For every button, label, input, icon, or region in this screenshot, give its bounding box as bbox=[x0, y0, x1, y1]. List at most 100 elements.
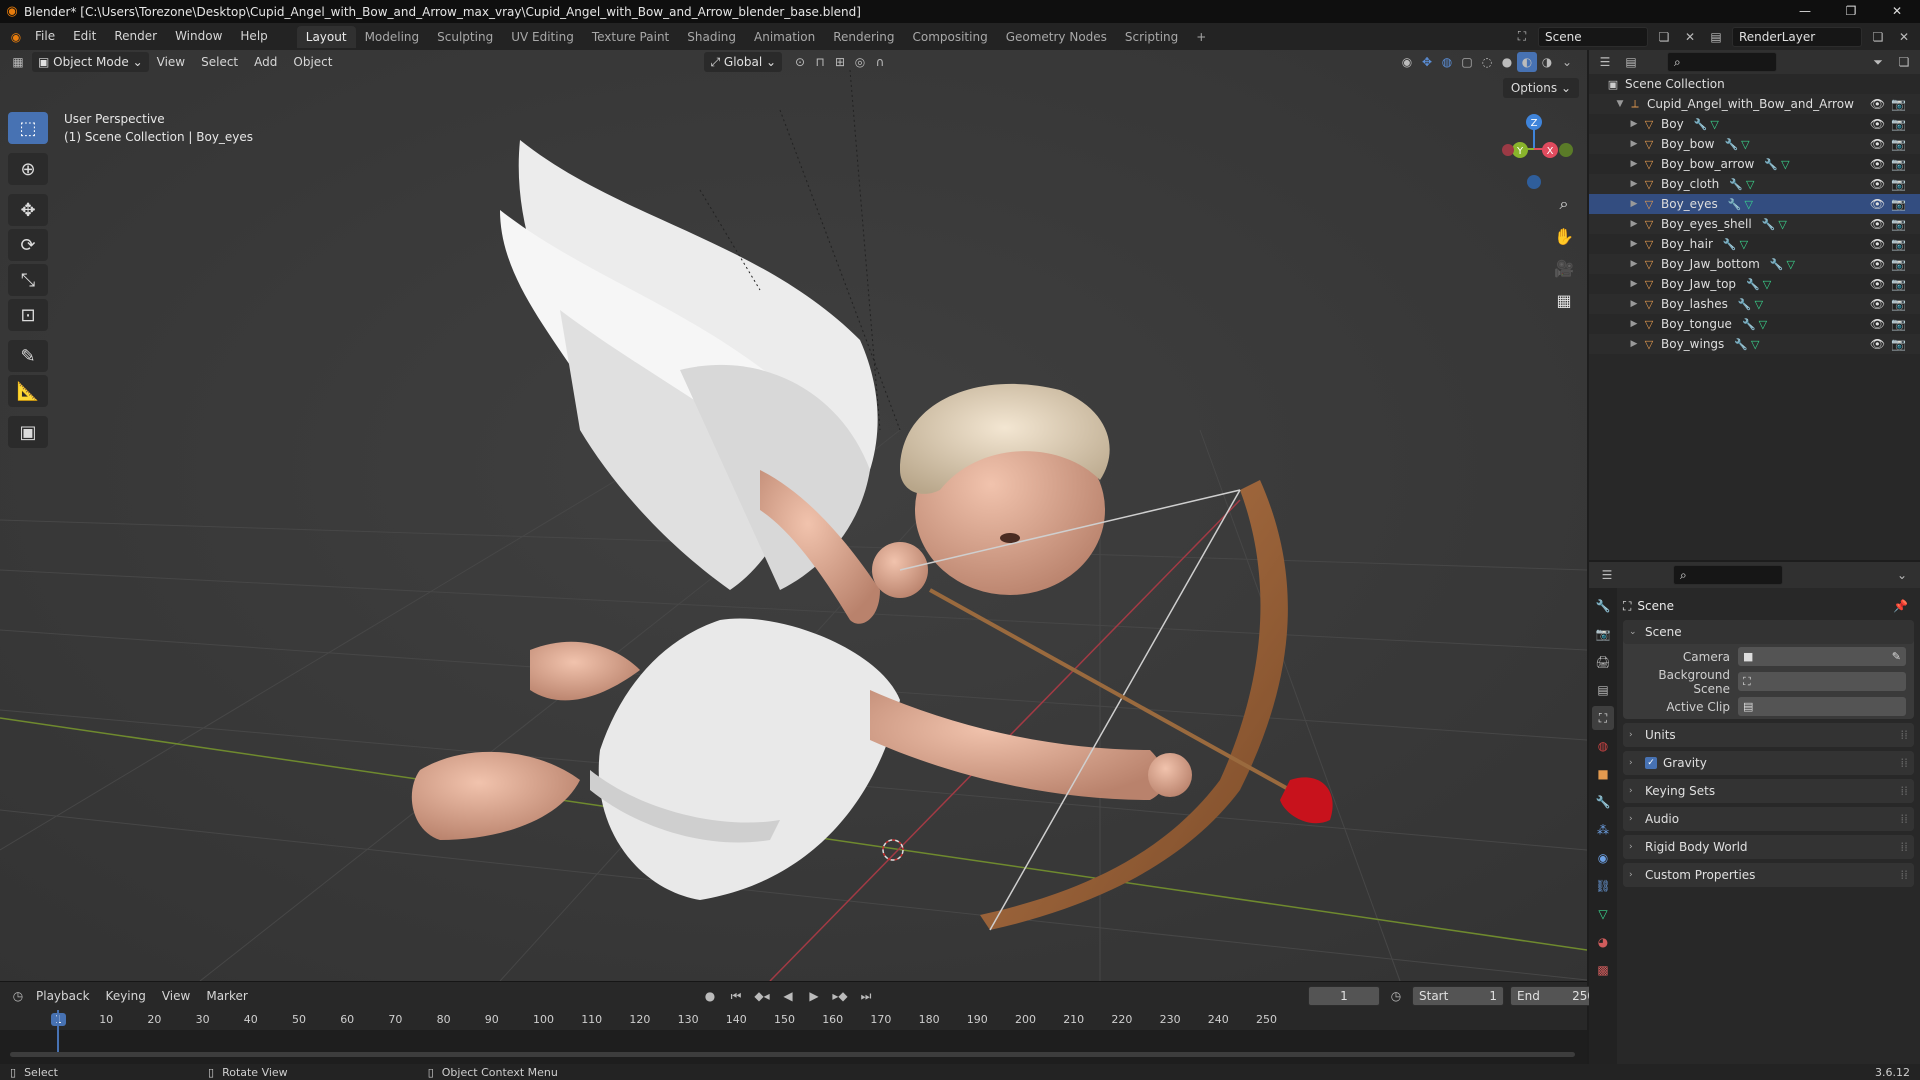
scale-tool[interactable]: ⤡ bbox=[8, 264, 48, 296]
drag-handle-icon[interactable]: ⁞⁞ bbox=[1900, 756, 1908, 770]
outliner-object-row[interactable]: ▶ ▽ Boy_cloth 🔧▽ 👁📷 bbox=[1589, 174, 1920, 194]
play-reverse-icon[interactable]: ◀ bbox=[778, 986, 798, 1006]
expand-arrow-icon[interactable]: ▶ bbox=[1627, 139, 1641, 149]
preview-range-icon[interactable]: ◷ bbox=[1386, 986, 1406, 1006]
subpanel-header[interactable]: › Keying Sets ⁞⁞ bbox=[1623, 779, 1914, 803]
camera-field[interactable]: ■ ✎ bbox=[1738, 647, 1906, 666]
outliner-object-row[interactable]: ▶ ▽ Boy_lashes 🔧▽ 👁📷 bbox=[1589, 294, 1920, 314]
modifier-tab-icon[interactable]: 🔧 bbox=[1592, 790, 1614, 814]
new-view-layer-icon[interactable]: ❏ bbox=[1868, 27, 1888, 47]
modifier-icons[interactable]: 🔧▽ bbox=[1770, 258, 1798, 271]
data-tab-icon[interactable]: ▽ bbox=[1592, 902, 1614, 926]
properties-editor-type-icon[interactable]: ☰ bbox=[1597, 565, 1617, 585]
material-tab-icon[interactable]: ◕ bbox=[1592, 930, 1614, 954]
visibility-icons[interactable]: 👁📷 bbox=[1870, 157, 1912, 171]
drag-handle-icon[interactable]: ⁞⁞ bbox=[1900, 784, 1908, 798]
constraints-tab-icon[interactable]: ⛓ bbox=[1592, 874, 1614, 898]
expand-arrow-icon[interactable]: ▶ bbox=[1627, 319, 1641, 329]
subpanel-header[interactable]: › Audio ⁞⁞ bbox=[1623, 807, 1914, 831]
proportional-editing-icon[interactable]: ◎ bbox=[850, 52, 870, 72]
menu-help[interactable]: Help bbox=[231, 23, 276, 50]
new-collection-icon[interactable]: ❏ bbox=[1894, 52, 1914, 72]
timeline-editor[interactable]: ◷ Playback Keying View Marker ● ⏮ ◆◂ ◀ ▶… bbox=[0, 981, 1602, 1065]
add-workspace-button[interactable]: + bbox=[1187, 26, 1215, 48]
tab-shading[interactable]: Shading bbox=[678, 26, 745, 48]
outliner-object-row[interactable]: ▶ ▽ Boy_hair 🔧▽ 👁📷 bbox=[1589, 234, 1920, 254]
modifier-icons[interactable]: 🔧▽ bbox=[1694, 118, 1722, 131]
transform-orientation-dropdown[interactable]: ⤢ Global ⌄ bbox=[704, 52, 783, 72]
new-scene-icon[interactable]: ❏ bbox=[1654, 27, 1674, 47]
visibility-icons[interactable]: 👁📷 bbox=[1870, 277, 1912, 291]
timeline-scrollbar[interactable] bbox=[10, 1052, 1575, 1057]
visibility-icons[interactable]: 👁📷 bbox=[1870, 257, 1912, 271]
visibility-icons[interactable]: 👁📷 bbox=[1870, 237, 1912, 251]
eyedropper-icon[interactable]: ✎ bbox=[1892, 650, 1901, 663]
object-tab-icon[interactable]: ■ bbox=[1592, 762, 1614, 786]
options-dropdown[interactable]: Options ⌄ bbox=[1502, 78, 1579, 98]
menu-edit[interactable]: Edit bbox=[64, 23, 105, 50]
expand-arrow-icon[interactable]: ▶ bbox=[1627, 279, 1641, 289]
pin-icon[interactable]: 📌 bbox=[1893, 599, 1908, 613]
close-button[interactable]: ✕ bbox=[1874, 0, 1920, 23]
visibility-icons[interactable]: 👁📷 bbox=[1870, 177, 1912, 191]
particles-tab-icon[interactable]: ⁂ bbox=[1592, 818, 1614, 842]
expand-arrow-icon[interactable]: ▶ bbox=[1627, 119, 1641, 129]
tool-tab-icon[interactable]: 🔧 bbox=[1592, 594, 1614, 618]
world-tab-icon[interactable]: ◍ bbox=[1592, 734, 1614, 758]
modifier-icons[interactable]: 🔧▽ bbox=[1734, 338, 1762, 351]
timeline-editor-type-icon[interactable]: ◷ bbox=[8, 986, 28, 1006]
visibility-icons[interactable]: 👁📷 bbox=[1870, 197, 1912, 211]
overlay-toggle-icon[interactable]: ◍ bbox=[1437, 52, 1457, 72]
tab-modeling[interactable]: Modeling bbox=[356, 26, 429, 48]
expand-arrow-icon[interactable]: ▶ bbox=[1627, 239, 1641, 249]
scene-name-field[interactable]: Scene bbox=[1538, 26, 1648, 47]
visibility-icons[interactable]: 👁📷 bbox=[1870, 337, 1912, 351]
gravity-checkbox[interactable]: ✓ bbox=[1645, 757, 1657, 769]
view-layer-tab-icon[interactable]: ▤ bbox=[1592, 678, 1614, 702]
next-keyframe-icon[interactable]: ▸◆ bbox=[830, 986, 850, 1006]
outliner-editor-type-icon[interactable]: ☰ bbox=[1595, 52, 1615, 72]
view-layer-icon[interactable]: ▤ bbox=[1706, 27, 1726, 47]
expand-arrow-icon[interactable]: ▶ bbox=[1627, 159, 1641, 169]
menu-file[interactable]: File bbox=[26, 23, 64, 50]
blender-menu-icon[interactable]: ◉ bbox=[6, 27, 26, 47]
shading-material-icon[interactable]: ◐ bbox=[1517, 52, 1537, 72]
tab-scripting[interactable]: Scripting bbox=[1116, 26, 1187, 48]
tab-sculpting[interactable]: Sculpting bbox=[428, 26, 502, 48]
drag-handle-icon[interactable]: ⁞⁞ bbox=[1900, 868, 1908, 882]
visibility-icons[interactable]: 👁📷 bbox=[1870, 117, 1912, 131]
minimize-button[interactable]: — bbox=[1782, 0, 1828, 23]
timeline-ruler[interactable]: 1102030405060708090100110120130140150160… bbox=[0, 1010, 1587, 1030]
background-scene-field[interactable]: ⛶ bbox=[1738, 672, 1906, 691]
expand-arrow-icon[interactable]: ▶ bbox=[1627, 339, 1641, 349]
outliner-search-input[interactable]: ⌕ bbox=[1667, 52, 1777, 72]
viewport-menu-add[interactable]: Add bbox=[246, 55, 285, 69]
menu-window[interactable]: Window bbox=[166, 23, 231, 50]
tab-rendering[interactable]: Rendering bbox=[824, 26, 903, 48]
snap-icon[interactable]: ⊓ bbox=[810, 52, 830, 72]
drag-handle-icon[interactable]: ⁞⁞ bbox=[1900, 840, 1908, 854]
expand-arrow-icon[interactable]: ▼ bbox=[1613, 99, 1627, 109]
select-box-tool[interactable]: ⬚ bbox=[8, 112, 48, 144]
drag-handle-icon[interactable]: ⁞⁞ bbox=[1900, 812, 1908, 826]
jump-end-icon[interactable]: ⏭ bbox=[856, 986, 876, 1006]
modifier-icons[interactable]: 🔧▽ bbox=[1762, 218, 1790, 231]
outliner-object-row[interactable]: ▶ ▽ Boy_tongue 🔧▽ 👁📷 bbox=[1589, 314, 1920, 334]
3d-viewport[interactable]: Z X Y ▦ ▣ Object Mode ⌄ View Select Add … bbox=[0, 50, 1587, 981]
menu-render[interactable]: Render bbox=[105, 23, 166, 50]
modifier-icons[interactable]: 🔧▽ bbox=[1723, 238, 1751, 251]
texture-tab-icon[interactable]: ▩ bbox=[1592, 958, 1614, 982]
modifier-icons[interactable]: 🔧▽ bbox=[1738, 298, 1766, 311]
shading-wireframe-icon[interactable]: ◌ bbox=[1477, 52, 1497, 72]
outliner-object-row[interactable]: ▶ ▽ Boy_eyes 🔧▽ 👁📷 bbox=[1589, 194, 1920, 214]
expand-arrow-icon[interactable]: ▶ bbox=[1627, 259, 1641, 269]
viewport-menu-select[interactable]: Select bbox=[193, 55, 246, 69]
outliner-object-row[interactable]: ▶ ▽ Boy_eyes_shell 🔧▽ 👁📷 bbox=[1589, 214, 1920, 234]
scene-tab-icon[interactable]: ⛶ bbox=[1592, 706, 1614, 730]
properties-search-input[interactable]: ⌕ bbox=[1673, 565, 1783, 585]
prev-keyframe-icon[interactable]: ◆◂ bbox=[752, 986, 772, 1006]
viewport-menu-object[interactable]: Object bbox=[285, 55, 340, 69]
outliner-object-row[interactable]: ▶ ▽ Boy_Jaw_bottom 🔧▽ 👁📷 bbox=[1589, 254, 1920, 274]
camera-view-icon[interactable]: 🎥 bbox=[1549, 254, 1579, 282]
modifier-icons[interactable]: 🔧▽ bbox=[1724, 138, 1752, 151]
